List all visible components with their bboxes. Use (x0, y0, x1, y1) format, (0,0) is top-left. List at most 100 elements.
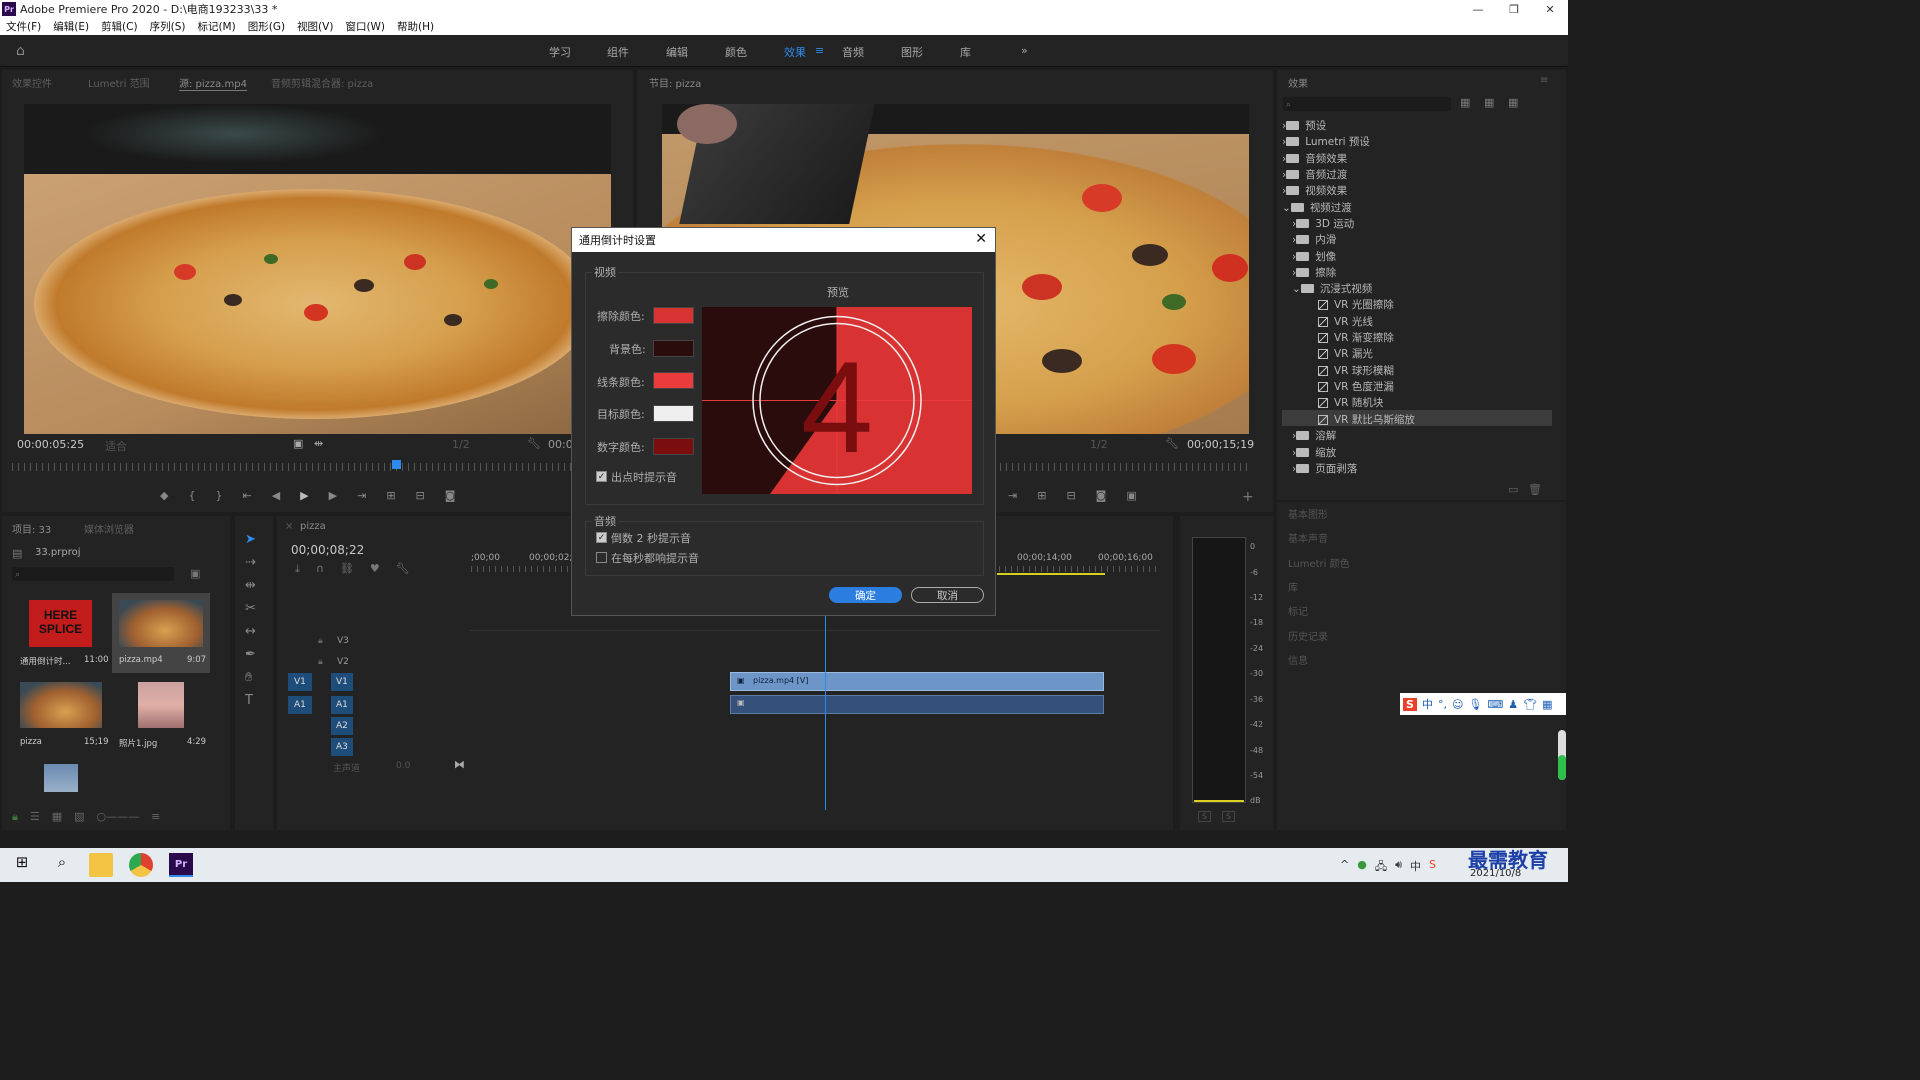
ripple-edit-icon[interactable]: ⇹ (245, 578, 256, 593)
effects-vr-item[interactable]: VR 渐变擦除 (1318, 330, 1394, 345)
panel-info[interactable]: 信息 (1288, 652, 1308, 667)
video-clip-pizza[interactable]: ▣ pizza.mp4 [V] (730, 672, 1104, 691)
effects-vr-item[interactable]: VR 光线 (1318, 314, 1373, 329)
hand-icon[interactable]: ✋︎ (245, 670, 256, 685)
lock-icon[interactable]: 🔒︎ (12, 810, 18, 824)
wipe-color-swatch[interactable] (653, 307, 694, 324)
cue-out-checkbox[interactable]: ✓ (596, 471, 607, 482)
menu-marker[interactable]: 标记(M) (197, 19, 235, 34)
menu-sequence[interactable]: 序列(S) (150, 19, 186, 34)
new-search-bin-icon[interactable]: ▣ (190, 567, 200, 580)
yuv-effects-icon[interactable]: ▦ (1508, 96, 1518, 109)
freeform-view-icon[interactable]: ▧ (74, 810, 84, 824)
nest-icon[interactable]: ⤓ (295, 562, 300, 576)
add-marker-icon[interactable]: ♥︎ (370, 562, 380, 576)
type-tool-icon[interactable]: T (245, 693, 256, 708)
list-view-icon[interactable]: ☰ (30, 810, 40, 824)
insert-clip-icon[interactable]: ⊞ (386, 489, 395, 502)
tab-project[interactable]: 项目: 33 (12, 521, 51, 536)
effects-search-input[interactable]: ⌕ (1283, 97, 1451, 111)
skin-icon[interactable]: 👕︎ (1523, 698, 1537, 711)
project-item-selected[interactable]: pizza.mp4 9:07 (112, 593, 210, 673)
tab-media-browser[interactable]: 媒体浏览器 (84, 521, 134, 536)
safe-margins-icon[interactable]: ▣ (293, 437, 303, 450)
program-wrench-icon[interactable]: 🔧︎ (1165, 437, 1179, 450)
solo-left-button[interactable]: S (1198, 811, 1212, 822)
tab-program[interactable]: 节目: pizza (649, 75, 701, 90)
tab-timeline-pizza[interactable]: pizza (300, 521, 326, 532)
user-icon[interactable]: ♟︎ (1508, 698, 1518, 711)
panel-markers[interactable]: 标记 (1288, 603, 1308, 618)
project-item[interactable]: HERE SPLICE 通用倒计时... 11:00 (12, 593, 112, 673)
extract-icon[interactable]: ⊟ (1066, 489, 1075, 502)
target-color-swatch[interactable] (653, 405, 694, 422)
master-end-icon[interactable]: ⧓ (454, 758, 465, 771)
punct-icon[interactable]: °, (1438, 698, 1447, 711)
program-ruler[interactable] (1000, 463, 1250, 471)
add-button-icon[interactable]: + (1242, 489, 1254, 505)
workspace-effects[interactable]: 效果 (784, 44, 806, 60)
menu-view[interactable]: 视图(V) (297, 19, 333, 34)
lift-icon[interactable]: ⊞ (1037, 489, 1046, 502)
panel-essential-graphics[interactable]: 基本图形 (1288, 506, 1328, 521)
timeline-settings-icon[interactable]: 🔧︎ (396, 562, 410, 576)
windows-start-icon[interactable]: ⊞ (10, 853, 34, 877)
effects-sub-3d-motion[interactable]: › 3D 运动 (1292, 216, 1354, 231)
program-timecode[interactable]: 00;00;15;19 (1187, 438, 1254, 451)
insert-icon[interactable]: ⇹ (314, 437, 323, 450)
project-item[interactable]: pizza 15;19 (12, 678, 112, 748)
search-icon[interactable]: ⌕ (50, 853, 74, 877)
workspace-graphics[interactable]: 图形 (901, 44, 923, 60)
effects-item-presets[interactable]: › 预设 (1282, 118, 1326, 133)
effects-item-audio-effects[interactable]: › 音频效果 (1282, 151, 1347, 166)
home-icon[interactable]: ⌂ (16, 43, 25, 59)
emoji-icon[interactable]: ☺ (1452, 698, 1463, 711)
more-workspaces-icon[interactable]: » (1021, 44, 1028, 57)
menu-clip[interactable]: 剪辑(C) (101, 19, 138, 34)
program-camera-icon[interactable]: ◙ (1096, 489, 1107, 502)
workspace-color[interactable]: 颜色 (725, 44, 747, 60)
dialog-close-icon[interactable]: ✕ (975, 231, 987, 247)
close-icon[interactable]: ✕ (1532, 0, 1568, 18)
menu-file[interactable]: 文件(F) (6, 19, 41, 34)
tab-effects[interactable]: 效果 (1288, 75, 1308, 90)
effects-vr-item[interactable]: VR 随机块 (1318, 395, 1383, 410)
go-to-out-icon[interactable]: ⇥ (357, 489, 366, 502)
mic-icon[interactable]: 🎙︎ (1468, 698, 1482, 711)
effects-sub-dissolve[interactable]: › 溶解 (1292, 428, 1336, 443)
volume-icon[interactable]: 🔊︎ (1395, 858, 1402, 877)
panel-lumetri-color[interactable]: Lumetri 颜色 (1288, 555, 1350, 570)
snap-icon[interactable]: ∩ (316, 562, 324, 576)
workspace-libraries[interactable]: 库 (960, 44, 971, 60)
workspace-assembly[interactable]: 组件 (607, 44, 629, 60)
effects-sub-iris[interactable]: › 划像 (1292, 249, 1336, 264)
number-color-swatch[interactable] (653, 438, 694, 455)
track-select-icon[interactable]: ⇢ (245, 555, 256, 570)
panel-libraries[interactable]: 库 (1288, 579, 1298, 594)
icon-view-icon[interactable]: ▦ (52, 810, 62, 824)
line-color-swatch[interactable] (653, 372, 694, 389)
source-fit-dropdown[interactable]: 适合 (105, 438, 127, 454)
effects-sub-immersive[interactable]: ⌄ 沉浸式视频 (1292, 281, 1372, 296)
tray-expand-icon[interactable]: ^ (1340, 858, 1349, 877)
timeline-timecode[interactable]: 00;00;08;22 (291, 543, 364, 557)
keyboard-icon[interactable]: ⌨︎ (1487, 698, 1503, 711)
track-v2[interactable]: V2 (337, 657, 349, 667)
effects-sub-slide[interactable]: › 内滑 (1292, 232, 1336, 247)
comparison-icon[interactable]: ▣ (1126, 489, 1136, 502)
tab-audio-clip-mixer[interactable]: 音频剪辑混合器: pizza (271, 75, 373, 90)
tab-lumetri-scopes[interactable]: Lumetri 范围 (88, 75, 150, 90)
delete-icon[interactable]: 🗑︎ (1528, 483, 1542, 496)
sogou-logo-icon[interactable]: S (1403, 697, 1417, 711)
grid-icon[interactable]: ▦ (1542, 698, 1552, 711)
effects-vr-item[interactable]: VR 球形模糊 (1318, 363, 1394, 378)
ime-icon[interactable]: 中 (1410, 858, 1421, 877)
step-forward-icon[interactable]: ▶ (329, 489, 337, 502)
effects-item-audio-transitions[interactable]: › 音频过渡 (1282, 167, 1347, 182)
go-to-in-icon[interactable]: ⇤ (242, 489, 251, 502)
wrench-icon[interactable]: 🔧︎ (527, 437, 541, 450)
background-color-swatch[interactable] (653, 340, 694, 357)
solo-right-button[interactable]: S (1222, 811, 1236, 822)
mark-in-icon[interactable]: { (188, 489, 195, 502)
panel-essential-sound[interactable]: 基本声音 (1288, 530, 1328, 545)
